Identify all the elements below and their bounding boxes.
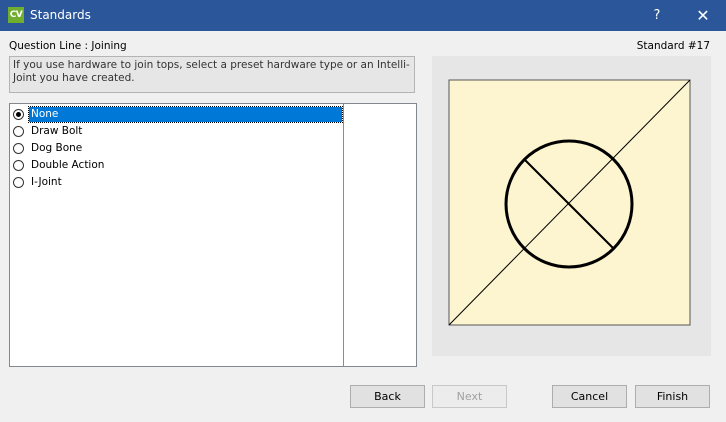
- finish-button[interactable]: Finish: [635, 385, 710, 408]
- title-bar: CV Standards ? ✕: [0, 0, 726, 31]
- option-draw-bolt[interactable]: Draw Bolt: [13, 123, 343, 140]
- next-button[interactable]: Next: [432, 385, 507, 408]
- option-label: I-Joint: [31, 176, 62, 188]
- radio-button[interactable]: [13, 109, 24, 120]
- option-label: Draw Bolt: [31, 125, 83, 137]
- radio-button[interactable]: [13, 160, 24, 171]
- back-button[interactable]: Back: [350, 385, 425, 408]
- radio-button[interactable]: [13, 143, 24, 154]
- question-line-label: Question Line : Joining: [9, 40, 127, 52]
- close-button[interactable]: ✕: [680, 0, 726, 31]
- option-double-action[interactable]: Double Action: [13, 157, 343, 174]
- option-dog-bone[interactable]: Dog Bone: [13, 140, 343, 157]
- app-logo-icon: CV: [8, 7, 24, 23]
- option-label: Dog Bone: [31, 142, 83, 154]
- radio-button[interactable]: [13, 126, 24, 137]
- preview-panel: [432, 56, 711, 356]
- joint-preview-image: [448, 79, 691, 326]
- cancel-button[interactable]: Cancel: [552, 385, 627, 408]
- option-label: None: [28, 106, 343, 123]
- standard-number-label: Standard #17: [636, 40, 710, 52]
- window-title: Standards: [30, 8, 91, 22]
- hardware-options-list[interactable]: None Draw Bolt Dog Bone Double Action I-…: [9, 103, 417, 367]
- list-divider: [343, 104, 344, 366]
- option-none[interactable]: None: [13, 106, 343, 123]
- option-label: Double Action: [31, 159, 105, 171]
- description-text: If you use hardware to join tops, select…: [9, 56, 415, 93]
- radio-button[interactable]: [13, 177, 24, 188]
- option-i-joint[interactable]: I-Joint: [13, 174, 343, 191]
- help-button[interactable]: ?: [640, 0, 674, 31]
